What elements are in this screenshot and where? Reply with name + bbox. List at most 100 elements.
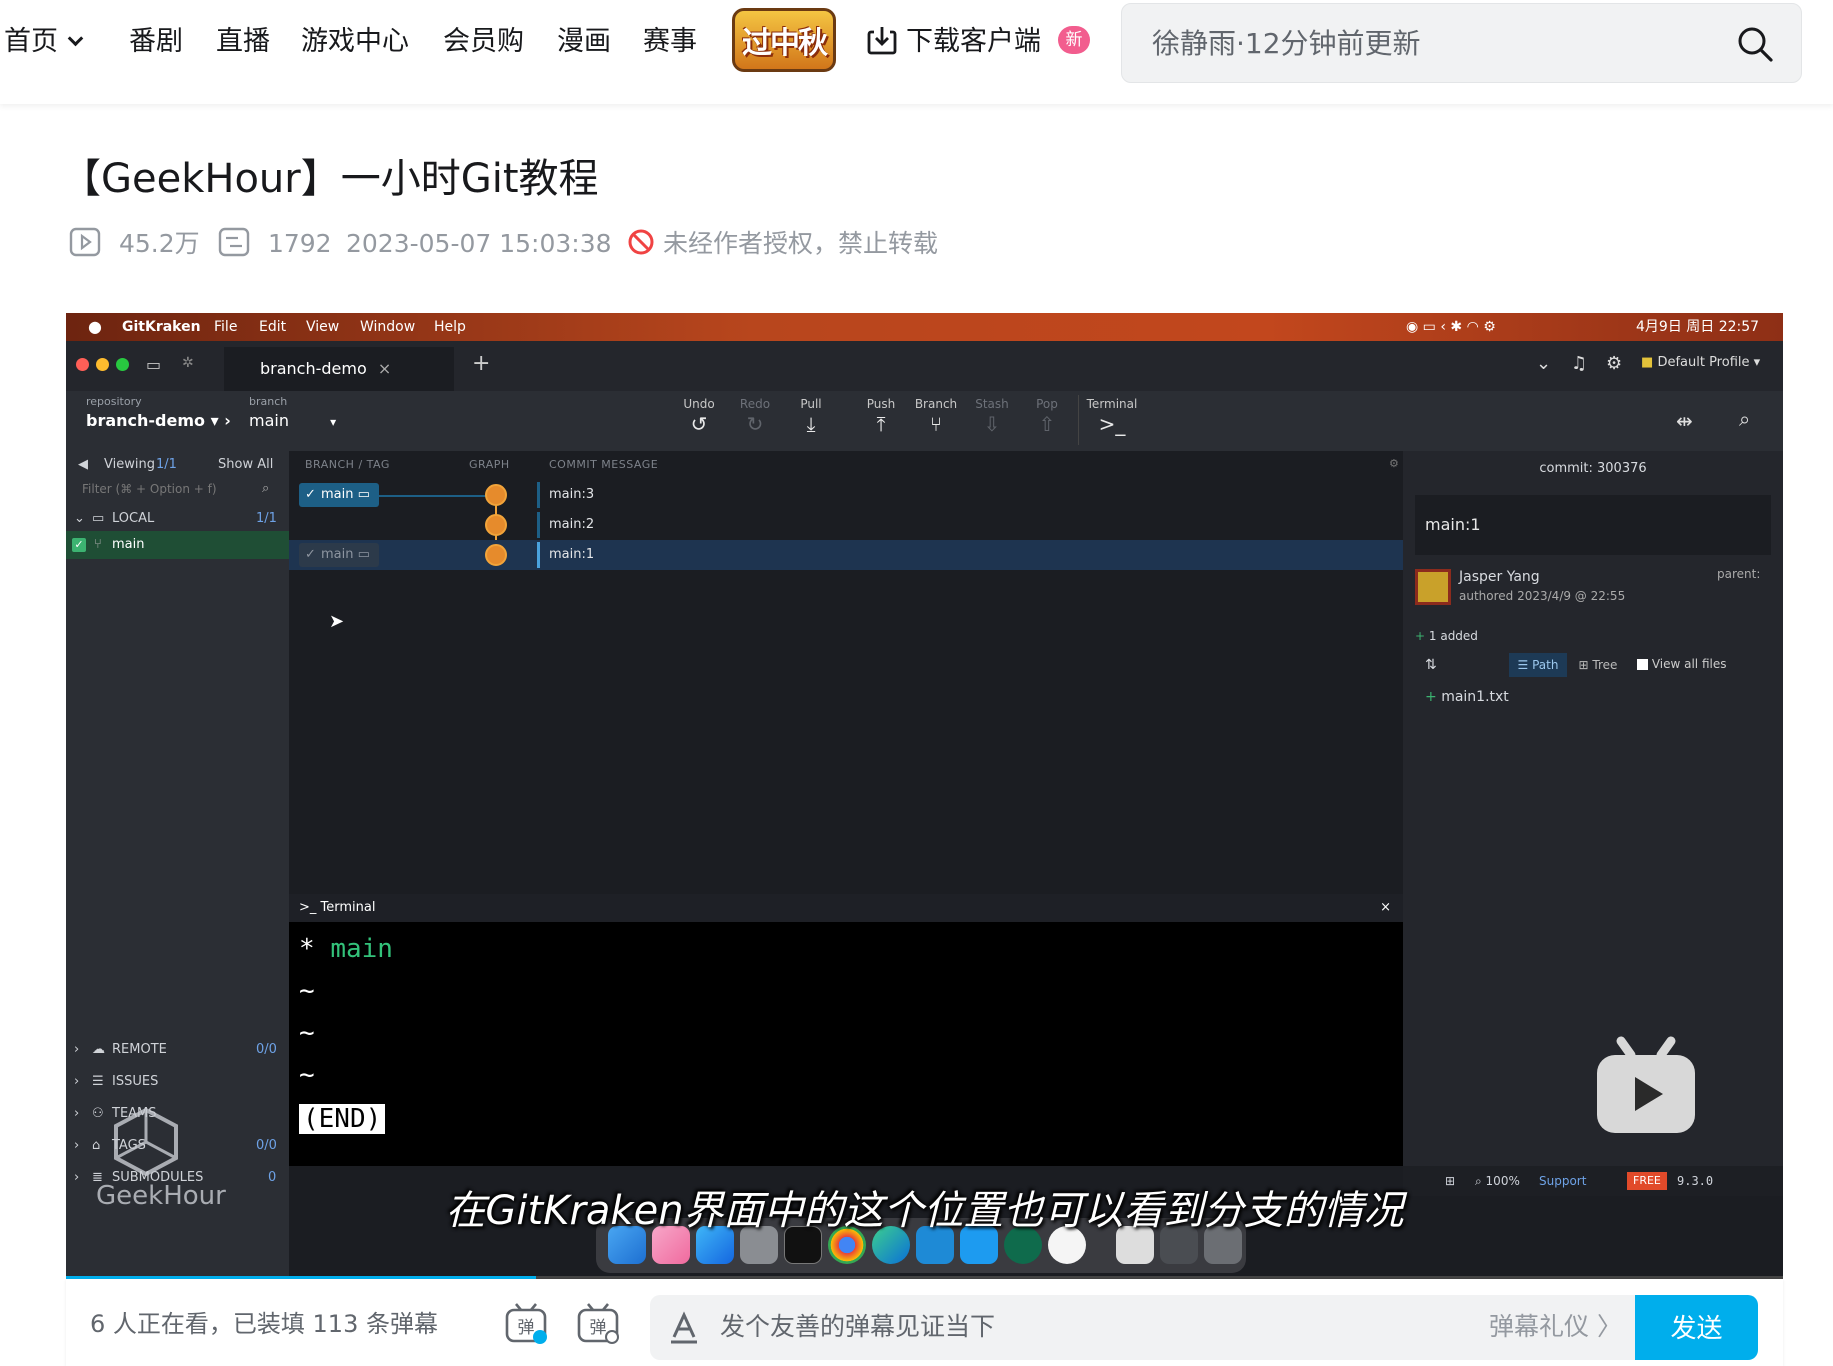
undo-button[interactable]: Undo ↺	[669, 397, 729, 437]
nav-item-mall[interactable]: 会员购	[443, 22, 524, 62]
apple-icon: ●	[88, 317, 102, 336]
menu-file[interactable]: File	[214, 313, 237, 341]
branch-name: main	[249, 411, 289, 430]
remote-count: 0/0	[256, 1042, 277, 1057]
gear-icon[interactable]: ⚙	[1389, 457, 1399, 470]
danmaku-input[interactable]: 发个友善的弹幕见证当下 弹幕礼仪 〉	[650, 1295, 1650, 1360]
filter-input[interactable]: Filter (⌘ + Option + f) ⌕	[66, 475, 289, 503]
close-icon[interactable]: ×	[378, 359, 391, 378]
nav-item-esports[interactable]: 赛事	[643, 22, 697, 62]
redo-button[interactable]: Redo ↻	[725, 397, 785, 437]
pull-button[interactable]: Pull ⤓	[781, 397, 841, 437]
nav-item-manga[interactable]: 漫画	[557, 22, 611, 62]
checkbox-icon[interactable]	[1637, 659, 1648, 670]
view-count-value: 45.2万	[118, 229, 200, 258]
branch-button[interactable]: Branch ⑂	[906, 397, 966, 437]
terminal-line: ~	[299, 1060, 315, 1090]
folder-icon[interactable]: ▭	[146, 355, 161, 374]
menu-window[interactable]: Window	[360, 313, 415, 341]
nav-item-live[interactable]: 直播	[216, 22, 270, 62]
close-icon[interactable]: ×	[1380, 894, 1391, 922]
font-style-icon[interactable]	[668, 1311, 700, 1345]
commit-row[interactable]: ✓ main ▭ main:3	[289, 480, 1403, 510]
menu-view[interactable]: View	[306, 313, 339, 341]
terminal-panel[interactable]: >_ Terminal × * main ~ ~ ~ (END)	[289, 894, 1403, 1166]
tab-branch-demo[interactable]: branch-demo ×	[224, 347, 454, 391]
list-icon: ☰	[92, 1074, 104, 1089]
branch-pill-main[interactable]: ✓ main ▭	[299, 483, 379, 507]
search-placeholder: 徐静雨·12分钟前更新	[1152, 27, 1421, 60]
sidebar-item-remote[interactable]: › ☁ REMOTE 0/0	[66, 1036, 289, 1064]
row-marker	[537, 512, 540, 538]
commit-message-header: COMMIT MESSAGE	[549, 458, 659, 471]
video-player[interactable]: ● GitKraken File Edit View Window Help ◉…	[66, 313, 1783, 1279]
commit-title[interactable]: main:1	[1415, 495, 1771, 555]
nav-item-bangumi[interactable]: 番剧	[129, 22, 183, 62]
path-label: Path	[1532, 658, 1559, 672]
danmaku-settings-icon[interactable]: 弹	[576, 1301, 620, 1345]
terminal-line: * main	[299, 934, 393, 964]
commit-message: main:2	[549, 517, 595, 532]
profile-menu[interactable]: ■ Default Profile ▾	[1641, 355, 1760, 370]
search-icon[interactable]	[1735, 24, 1775, 64]
local-section[interactable]: ⌄ ▭ LOCAL 1/1	[66, 505, 289, 533]
danmaku-count: 1792	[218, 224, 332, 264]
menu-help[interactable]: Help	[434, 313, 466, 341]
stash-icon: ⇩	[983, 412, 1001, 436]
checkbox-icon[interactable]: ✓	[72, 538, 86, 552]
danmaku-toggle-icon[interactable]: 弹	[504, 1301, 548, 1345]
sidebar-item-main[interactable]: ✓ ⑂ main	[66, 531, 289, 559]
terminal-branch: main	[330, 934, 393, 964]
sort-icon[interactable]: ⇅	[1425, 657, 1437, 673]
layout-icon[interactable]: ⇹	[1676, 409, 1693, 433]
pop-button[interactable]: Pop ⇧	[1017, 397, 1077, 437]
gitkraken-icon[interactable]: ✲	[182, 355, 194, 371]
plus-icon: +	[1425, 689, 1437, 705]
sidebar-item-issues[interactable]: › ☰ ISSUES	[66, 1068, 289, 1096]
download-client-link[interactable]: 下载客户端	[866, 22, 1041, 62]
branch-selector[interactable]: main ▾	[249, 411, 336, 430]
tree-view-button[interactable]: ⊞ Tree	[1569, 653, 1627, 677]
chevron-right-icon: ›	[74, 1042, 80, 1057]
undo-label: Undo	[683, 397, 715, 411]
terminal-line: ~	[299, 1018, 315, 1048]
nav-home[interactable]: 首页	[4, 22, 84, 62]
gear-icon[interactable]: ⚙	[1606, 353, 1622, 374]
commit-message: main:1	[549, 547, 595, 562]
file-entry[interactable]: + main1.txt	[1425, 689, 1509, 705]
stash-button[interactable]: Stash ⇩	[962, 397, 1022, 437]
view-all-files-toggle[interactable]: View all files	[1637, 657, 1726, 671]
terminal-line: ~	[299, 976, 315, 1006]
close-window-button[interactable]	[76, 358, 89, 371]
repository-selector[interactable]: branch-demo ▾ ›	[86, 411, 231, 430]
chevron-down-icon[interactable]: ⌄	[1536, 353, 1551, 374]
danmaku-etiquette-link[interactable]: 弹幕礼仪 〉	[1489, 1309, 1622, 1345]
add-tab-icon[interactable]: +	[472, 351, 490, 376]
terminal-icon: >_	[1098, 412, 1126, 436]
search-icon[interactable]: ⌕	[1739, 407, 1750, 431]
commit-row-selected[interactable]: ✓ main ▭ main:1	[289, 540, 1403, 570]
path-view-button[interactable]: ☰ Path	[1509, 653, 1567, 677]
redo-label: Redo	[739, 397, 771, 411]
commit-avatar	[485, 514, 507, 536]
terminal-button[interactable]: Terminal >_	[1082, 397, 1142, 437]
commit-row[interactable]: main:2	[289, 510, 1403, 540]
search-input[interactable]: 徐静雨·12分钟前更新	[1121, 3, 1802, 83]
undo-icon: ↺	[690, 412, 708, 436]
menu-app-name[interactable]: GitKraken	[122, 313, 201, 341]
nav-item-game-center[interactable]: 游戏中心	[301, 22, 409, 62]
push-button[interactable]: Push ⤒	[851, 397, 911, 437]
toolbar-divider	[1078, 395, 1079, 445]
laptop-icon: ▭	[357, 547, 370, 562]
minimize-window-button[interactable]	[96, 358, 109, 371]
bell-icon[interactable]: ♫	[1571, 353, 1587, 374]
menu-edit[interactable]: Edit	[259, 313, 286, 341]
festival-banner[interactable]: 过中秋	[732, 8, 836, 72]
branch-pill-main-ghost[interactable]: ✓ main ▭	[299, 543, 379, 567]
branch-icon: ⑂	[930, 412, 942, 436]
zoom-window-button[interactable]	[116, 358, 129, 371]
video-title: 【GeekHour】一小时Git教程	[61, 156, 599, 202]
send-danmaku-button[interactable]: 发送	[1635, 1295, 1758, 1360]
files-added-label: 1 added	[1428, 629, 1478, 643]
push-label: Push	[866, 397, 896, 411]
